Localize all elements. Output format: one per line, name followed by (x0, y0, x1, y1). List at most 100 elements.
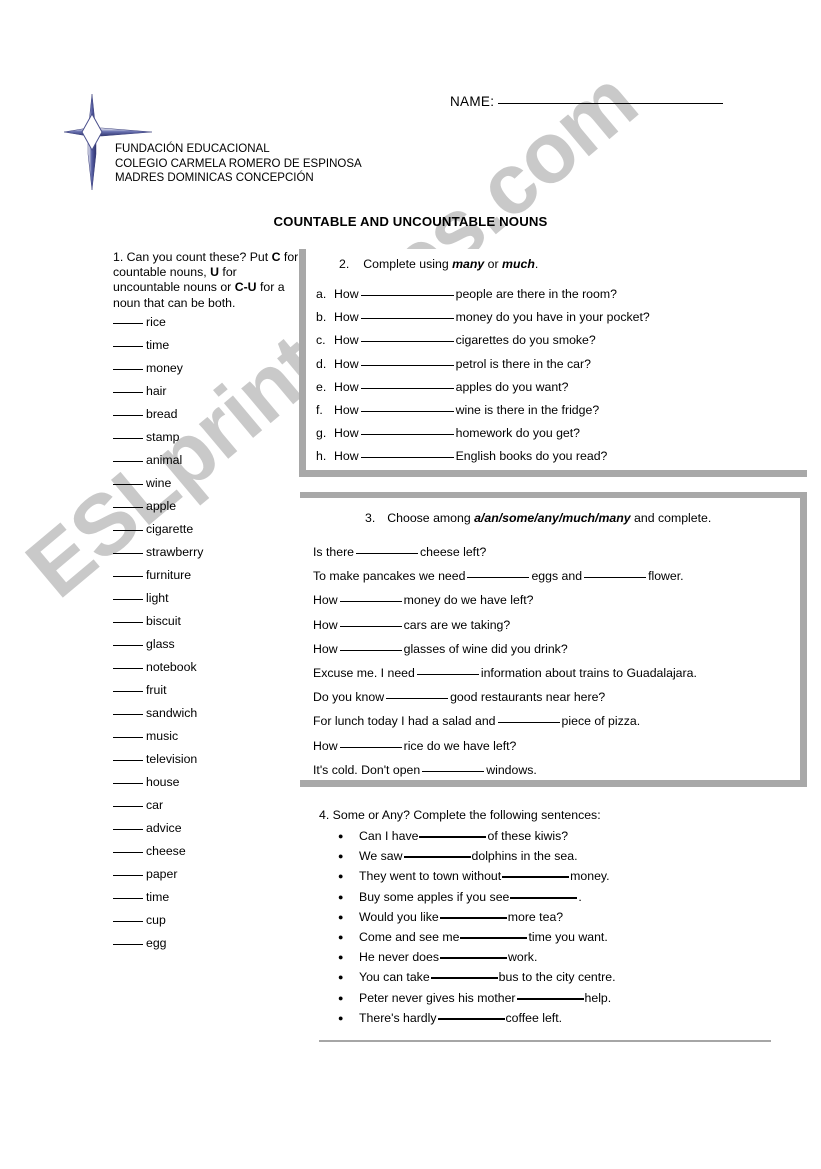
answer-blank[interactable] (497, 722, 560, 724)
answer-blank[interactable] (113, 828, 143, 830)
word-label: egg (146, 935, 167, 950)
sentence-suffix: wine is there in the fridge? (455, 402, 600, 417)
answer-blank[interactable] (502, 876, 570, 879)
item-letter: d. (316, 356, 327, 371)
answer-blank[interactable] (584, 577, 647, 579)
answer-blank[interactable] (419, 836, 487, 838)
answer-blank[interactable] (113, 322, 143, 324)
section-2-content: 2. Complete using many or much. a. How peop… (306, 249, 807, 470)
answer-blank[interactable] (360, 410, 454, 412)
answer-blank[interactable] (113, 690, 143, 692)
answer-blank[interactable] (339, 649, 402, 651)
name-input-blank[interactable] (498, 103, 724, 104)
answer-blank[interactable] (339, 746, 402, 748)
answer-blank[interactable] (113, 368, 143, 370)
word-label: time (146, 337, 170, 352)
answer-blank[interactable] (460, 936, 528, 939)
page-header: NAME: FUNDACIÓN EDUCACIONAL COLEGIO CARM… (0, 0, 821, 205)
answer-blank[interactable] (113, 391, 143, 393)
answer-blank[interactable] (339, 601, 402, 603)
answer-blank[interactable] (113, 759, 143, 761)
bottom-divider (319, 1040, 771, 1042)
answer-blank[interactable] (113, 529, 143, 531)
name-label: NAME: (450, 94, 495, 109)
answer-blank[interactable] (113, 943, 143, 945)
answer-blank[interactable] (437, 1017, 505, 1020)
answer-blank[interactable] (422, 770, 485, 772)
answer-blank[interactable] (113, 851, 143, 853)
answer-blank[interactable] (510, 896, 578, 899)
sentence-suffix: . (578, 889, 582, 904)
answer-blank[interactable] (439, 957, 507, 960)
answer-blank[interactable] (113, 460, 143, 462)
answer-blank[interactable] (360, 295, 454, 296)
answer-blank[interactable] (113, 437, 143, 439)
answer-blank[interactable] (113, 805, 143, 807)
answer-blank[interactable] (467, 577, 530, 579)
answer-blank[interactable] (386, 698, 449, 700)
answer-blank[interactable] (113, 897, 143, 899)
sentence-prefix: It's cold. Don't open (313, 762, 421, 777)
answer-blank[interactable] (403, 856, 471, 859)
answer-blank[interactable] (113, 667, 143, 669)
word-label: cup (146, 912, 166, 927)
school-line-3: MADRES DOMINICAS CONCEPCIÓN (115, 172, 314, 185)
answer-blank[interactable] (113, 920, 143, 922)
list-item: paper (113, 863, 299, 886)
list-item: There's hardly coffee left. (338, 1008, 789, 1028)
word-label: stamp (146, 429, 180, 444)
list-item: b. How money do you have in your pocket? (316, 306, 650, 329)
section-2-number: 2. (339, 257, 350, 271)
answer-blank[interactable] (113, 621, 143, 623)
s1-instr-bold-c: C (271, 250, 281, 264)
sentence-middle: eggs and (531, 569, 583, 584)
list-item: cheese (113, 840, 299, 863)
answer-blank[interactable] (360, 341, 454, 343)
list-item: You can take bus to the city centre. (338, 967, 789, 987)
list-item: Peter never gives his mother help. (338, 988, 789, 1008)
list-item: strawberry (113, 541, 299, 564)
answer-blank[interactable] (360, 387, 454, 389)
sentence-suffix: of these kiwis? (487, 829, 569, 843)
answer-blank[interactable] (360, 457, 454, 459)
sentence-suffix: English books do you read? (455, 449, 608, 464)
list-item: biscuit (113, 610, 299, 633)
answer-blank[interactable] (113, 713, 143, 715)
answer-blank[interactable] (360, 364, 454, 366)
answer-blank[interactable] (416, 673, 479, 675)
answer-blank[interactable] (430, 977, 498, 980)
sentence-suffix: people are there in the room? (455, 287, 617, 301)
sentence-prefix: How (313, 738, 338, 753)
worksheet-page: ESLprintables.com NAME: (0, 0, 821, 1169)
answer-blank[interactable] (516, 997, 584, 1000)
section-2-box: 2. Complete using many or much. a. How peop… (299, 249, 807, 477)
answer-blank[interactable] (360, 434, 454, 436)
answer-blank[interactable] (113, 598, 143, 600)
sentence-suffix: coffee left. (505, 1010, 563, 1025)
answer-blank[interactable] (339, 625, 402, 627)
answer-blank[interactable] (113, 552, 143, 554)
answer-blank[interactable] (356, 553, 419, 554)
sentence-suffix: cigarettes do you smoke? (455, 333, 596, 348)
answer-blank[interactable] (360, 318, 454, 320)
sentence-prefix: How (334, 333, 359, 348)
answer-blank[interactable] (113, 575, 143, 577)
sentence-suffix: homework do you get? (455, 426, 581, 441)
answer-blank[interactable] (439, 916, 507, 919)
item-letter: c. (316, 333, 326, 348)
answer-blank[interactable] (113, 644, 143, 646)
answer-blank[interactable] (113, 506, 143, 508)
answer-blank[interactable] (113, 345, 143, 347)
answer-blank[interactable] (113, 874, 143, 876)
word-label: notebook (146, 659, 197, 674)
answer-blank[interactable] (113, 483, 143, 485)
answer-blank[interactable] (113, 736, 143, 738)
word-label: television (146, 751, 198, 766)
sentence-prefix: How (334, 426, 359, 441)
sentence-suffix: cars are we taking? (403, 617, 511, 632)
word-label: hair (146, 383, 167, 398)
s2-title-post: . (534, 257, 539, 271)
answer-blank[interactable] (113, 782, 143, 784)
answer-blank[interactable] (113, 414, 143, 416)
sentence-prefix: Do you know (313, 690, 385, 705)
